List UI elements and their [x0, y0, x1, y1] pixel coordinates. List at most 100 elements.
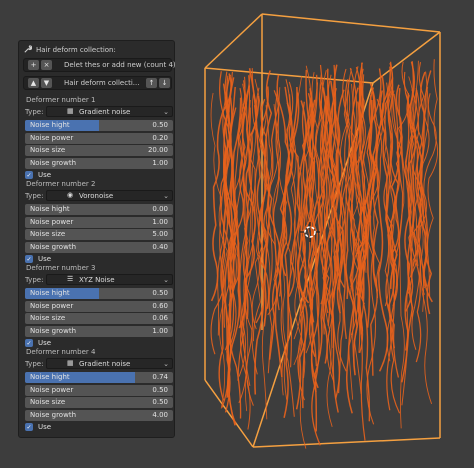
type-label: Type: [25, 192, 44, 200]
move-down-button[interactable]: ↓ [159, 78, 170, 88]
use-label: Use [38, 255, 52, 263]
noise-hight-field[interactable]: Noise hight 0.50 [25, 120, 173, 131]
field-label: Noise power [30, 385, 74, 394]
panel-title: Hair deform collection: [36, 45, 116, 54]
bounding-box-edge [261, 13, 441, 33]
use-label: Use [38, 423, 52, 431]
type-select[interactable]: ▦ Gradient noise ⌄ [46, 358, 173, 369]
field-value: 20.00 [147, 146, 168, 154]
arrow-up-icon: ↑ [148, 79, 155, 87]
plus-icon: + [30, 61, 37, 69]
triangle-up-icon: ▲ [30, 79, 37, 87]
field-value: 0.50 [152, 121, 168, 129]
list-count-label: Delet thes or add new (count 4) [64, 61, 176, 69]
noise-size-field[interactable]: Noise size 0.06 [25, 313, 173, 324]
deformer-title: Deformer number 1 [26, 96, 96, 104]
list-icon: ☰ [67, 275, 74, 283]
deformer-title: Deformer number 4 [26, 348, 96, 356]
checkmark-icon: ✓ [26, 255, 32, 263]
field-label: Noise hight [30, 205, 70, 213]
field-value: 4.00 [152, 410, 168, 419]
checkmark-icon: ✓ [26, 423, 32, 431]
deformer-title: Deformer number 3 [26, 264, 96, 272]
noise-size-field[interactable]: Noise size 20.00 [25, 145, 173, 156]
move-up-button[interactable]: ↑ [146, 78, 157, 88]
hair-deform-panel: Hair deform collection: + × Delet thes o… [18, 40, 176, 438]
collection-name[interactable]: Hair deform collecti... [64, 79, 139, 87]
noise-hight-field[interactable]: Noise hight 0.00 [25, 204, 173, 215]
noise-growth-field[interactable]: Noise growth 4.00 [25, 409, 173, 421]
use-checkbox[interactable]: ✓ [25, 339, 33, 347]
field-value: 1.00 [152, 217, 168, 226]
noise-power-field[interactable]: Noise power 0.20 [25, 132, 173, 144]
field-label: Noise growth [30, 410, 76, 419]
field-label: Noise hight [30, 289, 70, 297]
field-value: 0.50 [152, 385, 168, 394]
checkmark-icon: ✓ [26, 339, 32, 347]
field-label: Noise power [30, 133, 74, 142]
field-label: Noise size [30, 146, 66, 154]
noise-growth-field[interactable]: Noise growth 1.00 [25, 325, 173, 337]
field-label: Noise hight [30, 373, 70, 381]
noise-hight-field[interactable]: Noise hight 0.50 [25, 288, 173, 299]
field-value: 1.00 [152, 158, 168, 167]
use-checkbox[interactable]: ✓ [25, 423, 33, 431]
bounding-box-edge [204, 13, 263, 69]
triangle-down-icon: ▼ [43, 79, 50, 87]
noise-power-field[interactable]: Noise power 0.60 [25, 300, 173, 312]
deformer-list-controls: + × Delet thes or add new (count 4) [23, 58, 176, 72]
hair-strand [426, 59, 439, 298]
type-value: Voronoise [79, 191, 114, 200]
field-value: 5.00 [152, 230, 168, 238]
noise-hight-field[interactable]: Noise hight 0.74 [25, 372, 173, 383]
field-value: 0.06 [152, 314, 168, 322]
up-button[interactable]: ▲ [28, 78, 39, 88]
type-label: Type: [25, 360, 44, 368]
field-label: Noise size [30, 314, 66, 322]
type-value: Gradient noise [79, 107, 131, 116]
field-label: Noise hight [30, 121, 70, 129]
noise-size-field[interactable]: Noise size 0.50 [25, 397, 173, 408]
field-value: 0.50 [152, 289, 168, 297]
checkmark-icon: ✓ [26, 171, 32, 179]
field-label: Noise power [30, 217, 74, 226]
field-value: 0.50 [152, 398, 168, 406]
use-checkbox[interactable]: ✓ [25, 255, 33, 263]
panel-header: Hair deform collection: [23, 45, 116, 54]
x-icon: × [43, 61, 50, 69]
field-label: Noise growth [30, 242, 76, 251]
collection-selector: ▲ ▼ Hair deform collecti... ↑ ↓ [23, 76, 172, 90]
remove-button[interactable]: × [41, 60, 52, 70]
type-select[interactable]: ☰ XYZ Noise ⌄ [46, 274, 173, 285]
down-button[interactable]: ▼ [41, 78, 52, 88]
arrow-down-icon: ↓ [161, 79, 168, 87]
field-label: Noise size [30, 398, 66, 406]
use-label: Use [38, 339, 52, 347]
gradient-icon: ▦ [67, 359, 74, 367]
chevron-down-icon: ⌄ [163, 108, 169, 116]
field-value: 0.00 [152, 205, 168, 213]
use-checkbox[interactable]: ✓ [25, 171, 33, 179]
noise-growth-field[interactable]: Noise growth 0.40 [25, 241, 173, 253]
type-select[interactable]: ▦ Gradient noise ⌄ [46, 106, 173, 117]
deformer-title: Deformer number 2 [26, 180, 96, 188]
type-value: XYZ Noise [79, 275, 115, 284]
use-label: Use [38, 171, 52, 179]
type-select[interactable]: ◉ Voronoise ⌄ [46, 190, 173, 201]
field-value: 0.60 [152, 301, 168, 310]
field-value: 1.00 [152, 326, 168, 335]
field-label: Noise size [30, 230, 66, 238]
noise-growth-field[interactable]: Noise growth 1.00 [25, 157, 173, 169]
bounding-box-edge [252, 437, 441, 448]
wrench-icon [24, 45, 32, 53]
field-label: Noise growth [30, 158, 76, 167]
noise-power-field[interactable]: Noise power 1.00 [25, 216, 173, 228]
field-value: 0.20 [152, 133, 168, 142]
add-button[interactable]: + [28, 60, 39, 70]
field-label: Noise growth [30, 326, 76, 335]
field-value: 0.40 [152, 242, 168, 251]
noise-size-field[interactable]: Noise size 5.00 [25, 229, 173, 240]
field-label: Noise power [30, 301, 74, 310]
gradient-icon: ▦ [67, 107, 74, 115]
noise-power-field[interactable]: Noise power 0.50 [25, 384, 173, 396]
